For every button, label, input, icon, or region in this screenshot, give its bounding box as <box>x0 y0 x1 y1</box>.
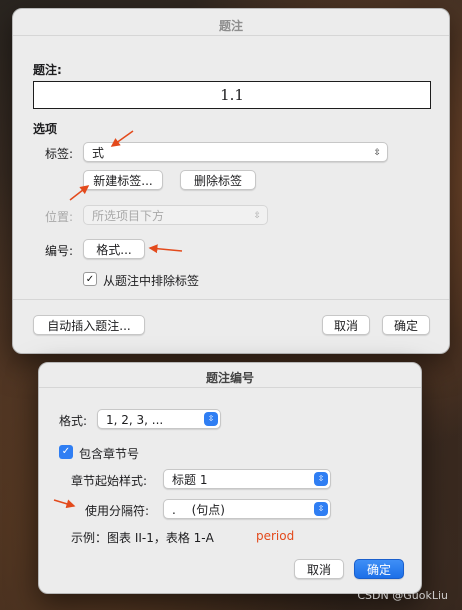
arrow-to-label <box>110 130 134 147</box>
arrow-annotation-icon <box>53 130 183 509</box>
arrow-to-new-label <box>69 185 90 201</box>
arrow-to-format <box>148 244 183 254</box>
arrow-to-separator <box>53 499 76 509</box>
watermark: CSDN @GuokLiu <box>357 589 448 602</box>
